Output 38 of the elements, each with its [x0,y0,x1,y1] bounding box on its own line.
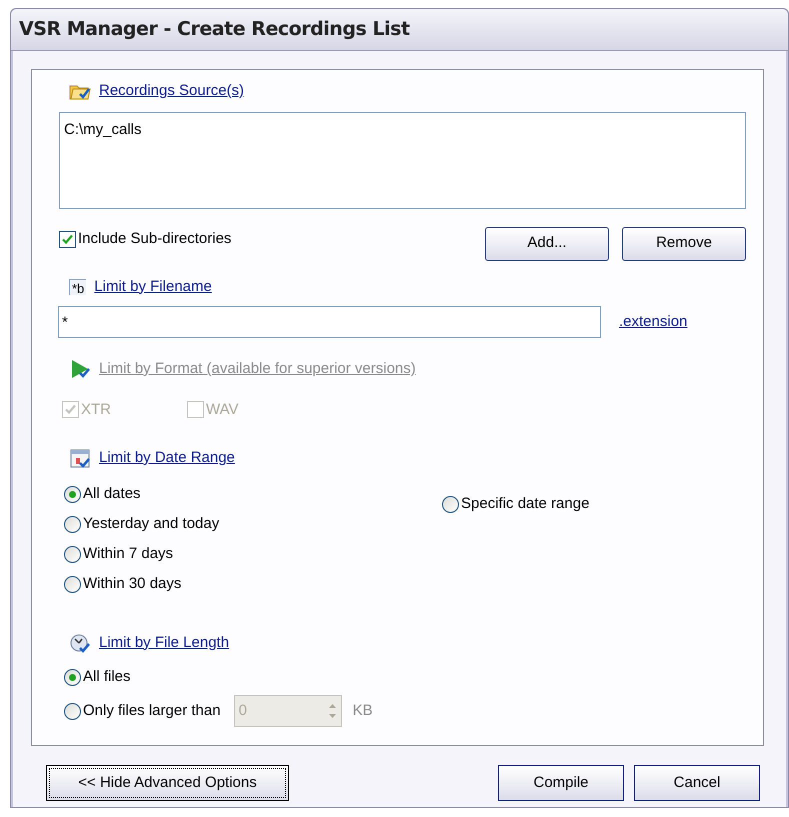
radio-label: Only files larger than [83,700,221,721]
radio-button[interactable] [64,486,81,503]
play-icon [69,358,91,380]
radio-button[interactable] [64,546,81,563]
radio-button[interactable] [64,576,81,593]
checkbox-label: Include Sub-directories [78,229,232,250]
radio-label: All dates [83,484,141,504]
compile-button[interactable]: Compile [498,765,624,801]
checkbox-label: WAV [206,400,238,420]
section-heading-link[interactable]: Recordings Source(s) [99,80,244,102]
add-button[interactable]: Add... [485,226,609,260]
cancel-button[interactable]: Cancel [634,765,760,801]
radio-label: Specific date range [461,494,590,514]
clock-icon [69,632,91,654]
size-unit: KB [352,700,373,721]
radio-label: Within 30 days [83,574,182,594]
list-item[interactable]: C:\my_calls [64,118,741,141]
radio-button[interactable] [64,668,81,686]
section-heading-link[interactable]: Limit by Filename [94,276,212,298]
radio-button[interactable] [64,516,81,533]
radio-label: Yesterday and today [83,514,220,534]
section-heading-link[interactable]: Limit by Date Range [99,447,235,470]
radio-label: Within 7 days [83,544,174,564]
radio-button[interactable] [64,702,81,720]
section-heading-link[interactable]: Limit by File Length [99,632,230,654]
size-value: 0 [238,700,247,721]
filename-icon: *b [69,278,86,295]
window-title: VSR Manager - Create Recordings List [19,17,410,42]
remove-button[interactable]: Remove [622,226,746,260]
radio-button[interactable] [442,496,459,513]
extension-link[interactable]: .extension [619,310,688,334]
calendar-icon [69,447,91,470]
sources-list[interactable]: C:\my_calls [59,112,746,208]
checkbox-label: XTR [81,400,111,420]
hide-advanced-options-button[interactable]: << Hide Advanced Options [46,765,289,801]
radio-label: All files [83,666,131,687]
checkbox[interactable] [59,231,76,248]
filename-field[interactable]: * [58,306,601,338]
